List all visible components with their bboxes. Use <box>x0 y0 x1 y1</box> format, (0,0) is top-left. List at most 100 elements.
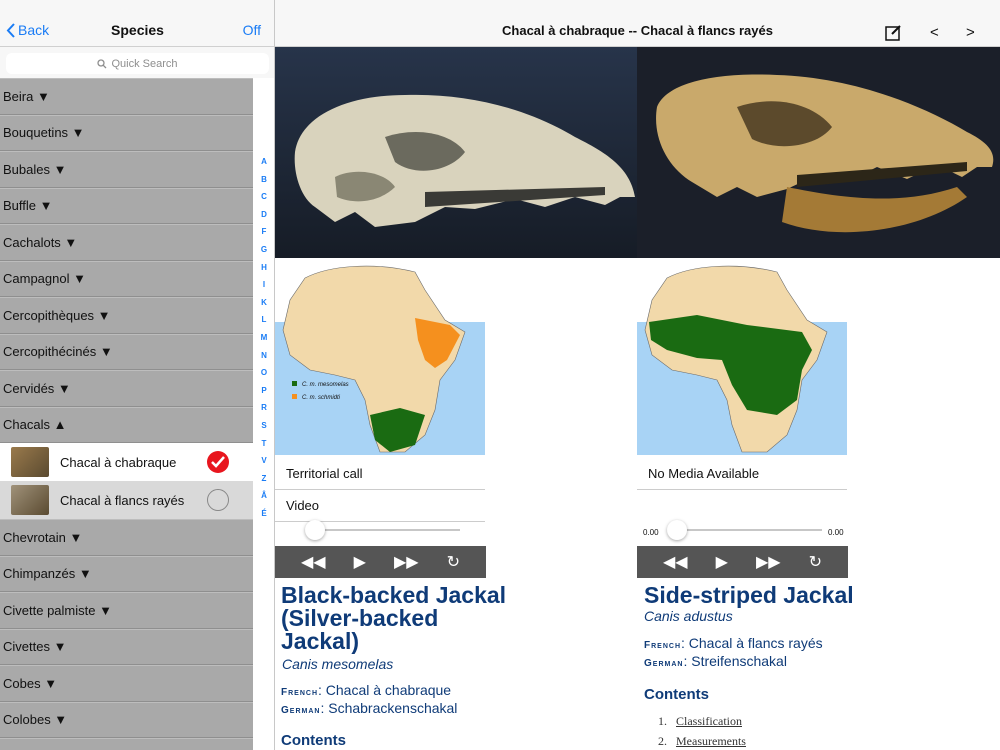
index-letter[interactable]: Â <box>253 491 274 500</box>
group-header[interactable]: Crânes (Hyènes) ▼ <box>0 738 253 750</box>
toc-item[interactable]: 1. Classification <box>658 714 746 729</box>
group-header[interactable]: Bouquetins ▼ <box>0 114 253 151</box>
search-icon <box>97 58 107 68</box>
french-name-left: French: Chacal à chabraque <box>281 682 452 698</box>
species-thumbnail <box>11 485 49 515</box>
media-item-video[interactable]: Video <box>275 490 485 522</box>
contents-heading-left: Contents <box>281 732 346 749</box>
toc-link[interactable]: Classification <box>676 714 742 728</box>
slider-knob[interactable] <box>305 520 325 540</box>
group-header[interactable]: Cobes ▼ <box>0 665 253 702</box>
legend-schmidti: C. m. schmidti <box>302 395 341 401</box>
detail-topbar: Chacal à chabraque -- Chacal à flancs ra… <box>275 0 1000 47</box>
french-name-right: French: Chacal à flancs rayés <box>644 635 823 651</box>
fast-forward-icon[interactable]: ▶▶ <box>394 552 419 572</box>
group-header[interactable]: Civettes ▼ <box>0 628 253 665</box>
common-name-right: Side-striped Jackal <box>644 582 854 608</box>
index-letter[interactable]: T <box>253 439 274 448</box>
group-header[interactable]: Chacals ▲ <box>0 406 253 443</box>
media-item-label: Video <box>286 498 320 513</box>
index-letter[interactable]: N <box>253 351 274 360</box>
german-name-left: German: Schabrackenschakal <box>281 700 458 716</box>
sidebar-header: Back Species Off <box>0 0 274 47</box>
group-header[interactable]: Colobes ▼ <box>0 701 253 738</box>
fast-forward-icon[interactable]: ▶▶ <box>756 552 781 572</box>
group-header[interactable]: Cervidés ▼ <box>0 370 253 407</box>
species-row[interactable]: Chacal à chabraque <box>0 443 253 481</box>
species-row[interactable]: Chacal à flancs rayés <box>0 481 253 519</box>
species-list: Beira ▼ Bouquetins ▼ Bubales ▼ Buffle ▼ Cach… <box>0 78 253 750</box>
off-button[interactable]: Off <box>243 22 261 38</box>
table-of-contents-right: 1. Classification 2. Measurements <box>658 714 746 750</box>
group-header[interactable]: Cercopithécinés ▼ <box>0 333 253 370</box>
replay-icon[interactable]: ↻ <box>447 552 460 572</box>
index-letter[interactable]: G <box>253 245 274 254</box>
index-letter[interactable]: H <box>253 263 274 272</box>
index-letter[interactable]: R <box>253 403 274 412</box>
index-letter[interactable]: O <box>253 368 274 377</box>
next-button[interactable]: > <box>966 24 975 41</box>
group-header[interactable]: Campagnol ▼ <box>0 260 253 297</box>
index-letter[interactable]: V <box>253 456 274 465</box>
index-letter[interactable]: K <box>253 298 274 307</box>
group-header[interactable]: Cachalots ▼ <box>0 224 253 261</box>
alphabet-index[interactable]: ABCDFGHIKLMNOPRSTVZÂÉ <box>253 78 274 750</box>
unchecked-circle-icon[interactable] <box>207 489 229 511</box>
search-placeholder: Quick Search <box>111 57 178 70</box>
group-header[interactable]: Chimpanzés ▼ <box>0 555 253 592</box>
slider-track <box>667 529 822 531</box>
german-value: Streifenschakal <box>691 653 787 669</box>
playback-slider-left[interactable] <box>305 520 460 540</box>
index-letter[interactable]: D <box>253 210 274 219</box>
play-icon[interactable]: ▶ <box>354 552 366 572</box>
index-letter[interactable]: B <box>253 175 274 184</box>
german-value: Schabrackenschakal <box>328 700 458 716</box>
index-letter[interactable]: S <box>253 421 274 430</box>
french-value: Chacal à flancs rayés <box>688 635 823 651</box>
range-map-right <box>637 260 847 455</box>
previous-button[interactable]: < <box>930 24 939 41</box>
media-item-label: No Media Available <box>648 466 760 481</box>
contents-heading-right: Contents <box>644 686 709 703</box>
index-letter[interactable]: C <box>253 192 274 201</box>
checkmark-icon[interactable] <box>207 451 229 473</box>
index-letter[interactable]: M <box>253 333 274 342</box>
rewind-icon[interactable]: ◀◀ <box>301 552 326 572</box>
species-thumbnail <box>11 447 49 477</box>
group-header[interactable]: Chevrotain ▼ <box>0 519 253 556</box>
media-item-territorial-call[interactable]: Territorial call <box>275 458 485 490</box>
sidebar: Back Species Off Quick Search Beira ▼ Bou… <box>0 0 275 750</box>
group-header[interactable]: Bubales ▼ <box>0 151 253 188</box>
group-header[interactable]: Buffle ▼ <box>0 187 253 224</box>
common-name-line: Black-backed Jackal <box>281 582 507 608</box>
media-item-none: No Media Available <box>637 458 847 490</box>
index-letter[interactable]: P <box>253 386 274 395</box>
toc-link[interactable]: Measurements <box>676 734 746 748</box>
play-icon[interactable]: ▶ <box>716 552 728 572</box>
toc-item[interactable]: 2. Measurements <box>658 734 746 749</box>
species-label: Chacal à flancs rayés <box>60 492 185 508</box>
range-map-left: C. m. mesomelas C. m. schmidti <box>275 260 485 455</box>
index-letter[interactable]: A <box>253 157 274 166</box>
group-header[interactable]: Beira ▼ <box>0 78 253 115</box>
edit-button[interactable] <box>885 24 902 46</box>
rewind-icon[interactable]: ◀◀ <box>663 552 688 572</box>
media-controls-left: ◀◀ ▶ ▶▶ ↻ <box>275 546 486 578</box>
slider-knob[interactable] <box>667 520 687 540</box>
search-input[interactable]: Quick Search <box>6 53 269 74</box>
index-letter[interactable]: L <box>253 315 274 324</box>
replay-icon[interactable]: ↻ <box>809 552 822 572</box>
species-label: Chacal à chabraque <box>60 454 177 470</box>
group-header[interactable]: Civette palmiste ▼ <box>0 592 253 629</box>
index-letter[interactable]: Z <box>253 474 274 483</box>
index-letter[interactable]: I <box>253 280 274 289</box>
time-end: 0.00 <box>828 528 844 537</box>
index-letter[interactable]: F <box>253 227 274 236</box>
legend-mesomelas: C. m. mesomelas <box>302 382 349 388</box>
playback-slider-right[interactable] <box>667 520 822 540</box>
index-letter[interactable]: É <box>253 509 274 518</box>
german-label: German <box>281 705 321 716</box>
group-header[interactable]: Cercopithèques ▼ <box>0 297 253 334</box>
common-name-left: Black-backed Jackal (Silver-backed Jacka… <box>281 584 506 653</box>
latin-name-left: Canis mesomelas <box>282 656 394 672</box>
